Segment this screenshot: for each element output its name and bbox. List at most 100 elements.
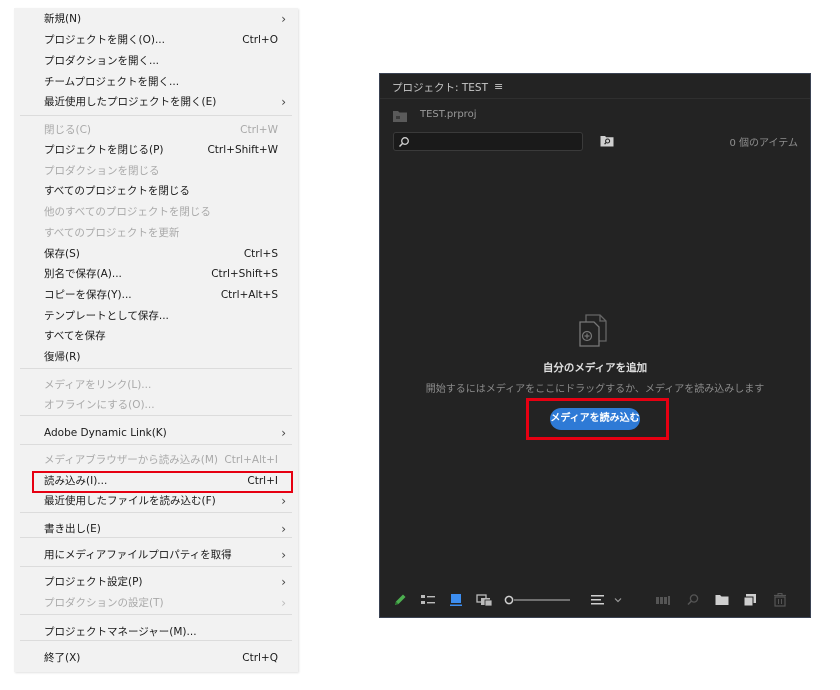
menu-item-15[interactable]: すべてを保存 — [14, 326, 298, 346]
zoom-slider[interactable] — [504, 592, 574, 608]
menu-item-label: プロダクションを開く... — [44, 55, 160, 67]
menu-separator — [20, 415, 292, 416]
menu-item-label: テンプレートとして保存... — [44, 310, 169, 322]
menu-item-label: メディアブラウザーから読み込み(M) — [44, 454, 219, 466]
menu-item-5: 閉じる(C) Ctrl+W — [14, 120, 298, 140]
menu-item-6[interactable]: プロジェクトを閉じる(P) Ctrl+Shift+W — [14, 140, 298, 160]
menu-item-label: プロジェクトマネージャー(M)... — [44, 626, 197, 638]
menu-item-label: 最近使用したファイルを読み込む(F) — [44, 495, 216, 507]
menu-item-shortcut: Ctrl+Shift+S — [211, 268, 278, 280]
menu-item-24[interactable]: 用にメディアファイルプロパティを取得 › — [14, 545, 298, 565]
project-file-name: TEST.prproj — [420, 109, 477, 120]
panel-title: プロジェクト: TEST — [392, 82, 489, 94]
menu-item-label: チームプロジェクトを開く... — [44, 76, 180, 88]
menu-item-10: すべてのプロジェクトを更新 — [14, 223, 298, 243]
menu-item-label: すべてのプロジェクトを更新 — [44, 227, 180, 239]
menu-item-label: コピーを保存(Y)... — [44, 289, 132, 301]
menu-item-shortcut: Ctrl+Alt+I — [224, 454, 278, 466]
chevron-right-icon: › — [281, 95, 286, 109]
menu-item-label: 保存(S) — [44, 248, 80, 260]
menu-item-label: メディアをリンク(L)... — [44, 379, 152, 391]
menu-item-11[interactable]: 保存(S) Ctrl+S — [14, 244, 298, 264]
panel-divider — [380, 98, 810, 99]
search-input[interactable] — [414, 134, 578, 150]
menu-item-2[interactable]: プロダクションを開く... — [14, 51, 298, 71]
menu-item-12[interactable]: 別名で保存(A)... Ctrl+Shift+S — [14, 264, 298, 284]
menu-item-8[interactable]: すべてのプロジェクトを閉じる — [14, 181, 298, 201]
menu-item-label: プロダクションの設定(T) — [44, 597, 164, 609]
menu-item-28[interactable]: 終了(X) Ctrl+Q — [14, 648, 298, 668]
menu-item-label: すべてのプロジェクトを閉じる — [44, 185, 190, 197]
menu-item-label: プロダクションを閉じる — [44, 165, 160, 177]
menu-item-label: プロジェクトを開く(O)... — [44, 34, 165, 46]
menu-item-label: 用にメディアファイルプロパティを取得 — [44, 549, 232, 561]
menu-separator — [20, 115, 292, 116]
menu-item-shortcut: Ctrl+W — [240, 124, 278, 136]
chevron-right-icon: › — [281, 426, 286, 440]
chevron-right-icon: › — [281, 548, 286, 562]
menu-item-26: プロダクションの設定(T) › — [14, 593, 298, 613]
automate-to-sequence-icon — [656, 596, 670, 605]
menu-item-label: 別名で保存(A)... — [44, 268, 122, 280]
menu-item-label: 書き出し(E) — [44, 523, 101, 535]
menu-item-3[interactable]: チームプロジェクトを開く... — [14, 72, 298, 92]
search-field[interactable] — [393, 132, 583, 151]
menu-item-label: オフラインにする(O)... — [44, 399, 155, 411]
sort-icon[interactable] — [590, 592, 606, 608]
import-button-highlight — [526, 398, 669, 440]
freeform-view-icon[interactable] — [476, 592, 494, 608]
add-media-icon — [579, 314, 607, 347]
search-icon — [398, 137, 409, 148]
menu-item-label: 最近使用したプロジェクトを開く(E) — [44, 96, 217, 108]
new-bin-icon[interactable] — [714, 592, 730, 608]
item-count: 0 個のアイテム — [729, 138, 798, 149]
menu-item-16[interactable]: 復帰(R) — [14, 347, 298, 367]
import-menu-highlight — [32, 471, 293, 493]
menu-item-label: 新規(N) — [44, 13, 82, 25]
panel-menu-icon[interactable]: ≡ — [494, 80, 503, 93]
new-search-bin-icon[interactable] — [600, 135, 614, 147]
menu-item-17: メディアをリンク(L)... — [14, 375, 298, 395]
menu-item-0[interactable]: 新規(N) › — [14, 9, 298, 29]
empty-state-title: 自分のメディアを追加 — [542, 362, 648, 374]
list-view-icon[interactable] — [420, 592, 436, 608]
chevron-right-icon: › — [281, 522, 286, 536]
menu-item-9: 他のすべてのプロジェクトを閉じる — [14, 202, 298, 222]
menu-item-shortcut: Ctrl+O — [242, 34, 278, 46]
menu-item-23[interactable]: 書き出し(E) › — [14, 519, 298, 539]
menu-item-25[interactable]: プロジェクト設定(P) › — [14, 572, 298, 592]
menu-item-22[interactable]: 最近使用したファイルを読み込む(F) › — [14, 491, 298, 511]
menu-separator — [20, 368, 292, 369]
menu-item-27[interactable]: プロジェクトマネージャー(M)... — [14, 622, 298, 642]
chevron-right-icon: › — [281, 494, 286, 508]
menu-separator — [20, 444, 292, 445]
menu-item-7: プロダクションを閉じる — [14, 161, 298, 181]
project-folder-icon — [393, 111, 407, 122]
file-menu: 新規(N) › プロジェクトを開く(O)... Ctrl+O プロダクションを開く...… — [14, 8, 298, 672]
chevron-right-icon: › — [281, 596, 286, 610]
menu-separator — [20, 614, 292, 615]
menu-item-20: メディアブラウザーから読み込み(M) Ctrl+Alt+I — [14, 450, 298, 470]
menu-item-shortcut: Ctrl+S — [243, 248, 278, 260]
trash-icon — [774, 593, 786, 607]
menu-item-shortcut: Ctrl+Shift+W — [207, 144, 278, 156]
menu-item-label: すべてを保存 — [44, 330, 106, 342]
chevron-right-icon: › — [281, 12, 286, 26]
menu-item-14[interactable]: テンプレートとして保存... — [14, 306, 298, 326]
menu-item-13[interactable]: コピーを保存(Y)... Ctrl+Alt+S — [14, 285, 298, 305]
menu-separator — [20, 640, 292, 641]
chevron-down-icon[interactable] — [612, 592, 624, 608]
menu-item-18: オフラインにする(O)... — [14, 395, 298, 415]
menu-item-label: 終了(X) — [44, 652, 81, 664]
menu-item-shortcut: Ctrl+Q — [242, 652, 278, 664]
menu-item-19[interactable]: Adobe Dynamic Link(K) › — [14, 423, 298, 443]
menu-item-shortcut: Ctrl+Alt+S — [220, 289, 278, 301]
menu-separator — [20, 512, 292, 513]
menu-item-4[interactable]: 最近使用したプロジェクトを開く(E) › — [14, 92, 298, 112]
icon-view-icon[interactable] — [448, 592, 464, 608]
pen-icon[interactable] — [392, 592, 408, 608]
menu-item-label: 復帰(R) — [44, 351, 81, 363]
menu-separator — [20, 537, 292, 538]
menu-item-1[interactable]: プロジェクトを開く(O)... Ctrl+O — [14, 30, 298, 50]
new-item-icon[interactable] — [742, 592, 758, 608]
